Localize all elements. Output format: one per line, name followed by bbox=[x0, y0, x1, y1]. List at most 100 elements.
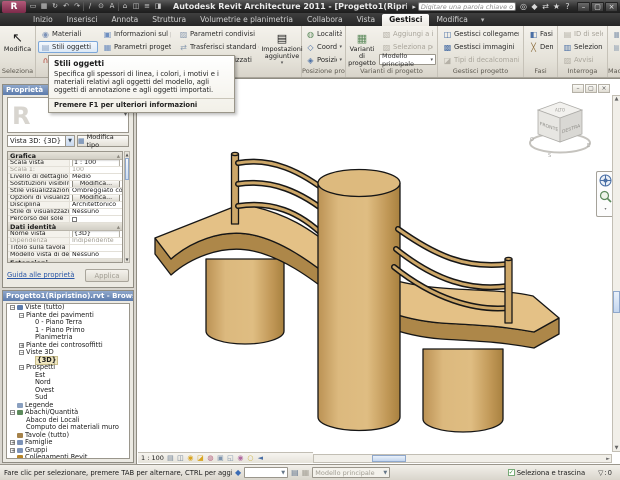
scroll-right-icon[interactable]: ► bbox=[606, 456, 610, 462]
text-icon[interactable]: A bbox=[107, 1, 117, 12]
view-close-button[interactable]: × bbox=[598, 84, 610, 93]
property-value[interactable] bbox=[70, 216, 122, 222]
view-scale-button[interactable]: 1 : 100 bbox=[141, 454, 164, 462]
compass-east-label[interactable]: E bbox=[587, 143, 590, 149]
active-design-option-dropdown[interactable]: Modello principale▼ bbox=[312, 467, 390, 478]
expand-icon[interactable]: + bbox=[10, 440, 15, 445]
close-button[interactable]: × bbox=[605, 2, 618, 12]
property-value[interactable]: Nessuno bbox=[70, 209, 122, 215]
property-row-scala-1[interactable]: Scala 1:100 bbox=[8, 167, 122, 174]
checkbox-icon[interactable] bbox=[72, 217, 77, 222]
chevron-down-icon[interactable]: ▾ bbox=[604, 206, 606, 211]
compass-west-label[interactable]: O bbox=[530, 137, 534, 143]
property-row-opzioni-di-visualizz[interactable]: Opzioni di visualizz...Modifica... bbox=[8, 195, 122, 202]
tree-item-collegamenti-revit[interactable]: Collegamenti Revit bbox=[7, 454, 129, 459]
collapse-icon[interactable]: − bbox=[19, 313, 24, 318]
property-value[interactable]: Architettonico bbox=[70, 202, 122, 208]
property-value[interactable]: {3D} bbox=[70, 231, 122, 237]
trasferisci-standard-di-progetto-button[interactable]: ⇄Trasferisci standard di progetto bbox=[176, 41, 262, 53]
expand-icon[interactable]: + bbox=[19, 343, 24, 348]
collapse-icon[interactable]: − bbox=[10, 305, 15, 310]
subscription-icon[interactable]: ◆ bbox=[529, 1, 540, 13]
select-drag-toggle[interactable]: ✓ Seleziona e trascina bbox=[508, 469, 585, 477]
tab-overflow-icon[interactable]: ▾ bbox=[481, 14, 485, 26]
tab-annota[interactable]: Annota bbox=[104, 14, 145, 26]
horizontal-scrollbar[interactable]: ► bbox=[313, 454, 612, 463]
fasi-button[interactable]: ◧Fasi bbox=[526, 28, 556, 40]
tree-item-ovest[interactable]: Ovest bbox=[7, 387, 129, 395]
collapse-icon[interactable]: − bbox=[10, 410, 15, 415]
property-value[interactable]: Indipendente bbox=[70, 238, 122, 244]
property-row-sostituzioni-visibilit[interactable]: Sostituzioni visibilit...Modifica... bbox=[8, 181, 122, 188]
tab-struttura[interactable]: Struttura bbox=[145, 14, 193, 26]
tree-item-prospetti[interactable]: −Prospetti bbox=[7, 364, 129, 372]
property-row-titolo-sulla-tavola[interactable]: Titolo sulla tavola bbox=[8, 245, 122, 252]
macro-button[interactable]: ▤ bbox=[610, 41, 620, 53]
parametri-progetto-button[interactable]: ▦Parametri progetto bbox=[100, 41, 174, 53]
property-row-stile-visualizzazione[interactable]: Stile visualizzazioneOmbreggiato con... bbox=[8, 188, 122, 195]
impostazioni-aggiuntive-button[interactable]: ▤ Impostazioni aggiuntive ▾ bbox=[264, 28, 300, 66]
reveal-hidden-icon[interactable]: ○ bbox=[246, 454, 255, 463]
crop-view-icon[interactable]: ▣ bbox=[216, 454, 225, 463]
redo-icon[interactable]: ↷ bbox=[72, 1, 82, 12]
3d-model-massing[interactable] bbox=[141, 111, 561, 451]
gestisci-immagini-button[interactable]: ▩Gestisci immagini bbox=[440, 41, 522, 53]
property-group-estensioni[interactable]: Estensioni▴ bbox=[8, 259, 122, 263]
modifica-button[interactable]: Modifica... bbox=[72, 181, 120, 187]
informazioni-sul-progetto-button[interactable]: ▣Informazioni sul progetto bbox=[100, 28, 174, 40]
crop-region-icon[interactable]: ◱ bbox=[226, 454, 235, 463]
property-value[interactable]: 1 : 100 bbox=[70, 160, 122, 166]
properties-scrollbar[interactable]: ▲▼ bbox=[124, 151, 130, 263]
parametri-condivisi-button[interactable]: ▨Parametri condivisi bbox=[176, 28, 262, 40]
gestisci-collegamenti-button[interactable]: ◫Gestisci collegamenti bbox=[440, 28, 522, 40]
view-restore-button[interactable]: ▢ bbox=[585, 84, 597, 93]
scrollbar-thumb[interactable] bbox=[125, 158, 129, 180]
property-row-dipendenza[interactable]: DipendenzaIndipendente bbox=[8, 238, 122, 245]
property-row-livello-di-dettaglio[interactable]: Livello di dettaglioMedio bbox=[8, 174, 122, 181]
worksets-dropdown[interactable]: ▼ bbox=[244, 467, 288, 478]
steering-wheel-icon[interactable] bbox=[599, 174, 612, 187]
project-browser-header[interactable]: Progetto1(Ripristino).rvt - Browser di p… bbox=[3, 291, 133, 301]
localit-button[interactable]: ◍Località bbox=[303, 28, 345, 40]
property-row-stile-di-visualizzazio[interactable]: Stile di visualizzazio...Nessuno bbox=[8, 209, 122, 216]
selection-filter[interactable]: ▽:0 bbox=[598, 469, 612, 477]
help-icon[interactable]: ? bbox=[562, 1, 573, 13]
thin-lines-icon[interactable]: ≡ bbox=[142, 1, 152, 12]
property-value[interactable]: Medio bbox=[70, 174, 122, 180]
tree-item-nord[interactable]: Nord bbox=[7, 379, 129, 387]
zoom-icon[interactable] bbox=[599, 190, 612, 203]
app-menu-button[interactable]: R bbox=[2, 1, 26, 13]
dimension-icon[interactable]: ⊙ bbox=[96, 1, 106, 12]
view-minimize-button[interactable]: – bbox=[572, 84, 584, 93]
materiali-button[interactable]: ◉Materiali bbox=[38, 28, 98, 40]
collapse-icon[interactable]: − bbox=[19, 350, 24, 355]
property-row-modello-vista-di-def[interactable]: Modello vista di def...Nessuno bbox=[8, 252, 122, 259]
scrollbar-thumb[interactable] bbox=[613, 291, 620, 313]
detail-level-icon[interactable]: ▤ bbox=[166, 454, 175, 463]
visual-style-icon[interactable]: ◫ bbox=[176, 454, 185, 463]
property-row-scala-vista[interactable]: Scala vista1 : 100 bbox=[8, 160, 122, 167]
property-value[interactable] bbox=[70, 245, 122, 251]
collapse-icon[interactable]: − bbox=[19, 365, 24, 370]
coordinate-button[interactable]: ◇Coordinate▾ bbox=[303, 41, 345, 53]
demolisci-button[interactable]: ╳Demolisci bbox=[526, 41, 556, 53]
communication-icon[interactable]: ⇄ bbox=[540, 1, 551, 13]
tab-gestisci[interactable]: Gestisci bbox=[382, 14, 429, 26]
undo-icon[interactable]: ↶ bbox=[61, 1, 71, 12]
checkbox-checked-icon[interactable]: ✓ bbox=[508, 469, 515, 476]
apply-button[interactable]: Applica bbox=[85, 269, 129, 282]
design-option-dropdown[interactable]: Modello principale▾ bbox=[379, 54, 436, 65]
vertical-scrollbar[interactable]: ▲▼ bbox=[612, 95, 620, 452]
tab-volumetrie-e-planimetria[interactable]: Volumetrie e planimetria bbox=[193, 14, 300, 26]
modifica-button[interactable]: ↖ Modifica bbox=[2, 28, 33, 66]
seleziona-per-id-button[interactable]: ▥Seleziona per ID bbox=[560, 41, 606, 53]
property-value[interactable]: Modifica... bbox=[70, 195, 122, 201]
tree-item-est[interactable]: Est bbox=[7, 372, 129, 380]
scrollbar-thumb[interactable] bbox=[372, 455, 406, 462]
tab-inserisci[interactable]: Inserisci bbox=[60, 14, 105, 26]
tab-vista[interactable]: Vista bbox=[350, 14, 383, 26]
property-row-percorso-del-sole[interactable]: Percorso del sole bbox=[8, 216, 122, 223]
infocenter-search-input[interactable]: Digitare una parola chiave o una fr bbox=[418, 2, 516, 11]
property-row-nome-vista[interactable]: Nome vista{3D} bbox=[8, 231, 122, 238]
properties-help-link[interactable]: Guida alle proprietà bbox=[7, 271, 75, 279]
